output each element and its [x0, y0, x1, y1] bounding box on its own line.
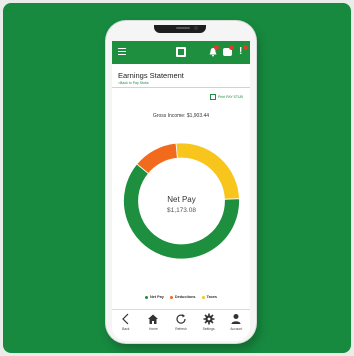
- nav-settings[interactable]: Settings: [196, 313, 222, 339]
- alert-badge: [243, 45, 248, 50]
- chevron-left-icon: [121, 313, 129, 325]
- print-link-label: Print PAY STUB: [218, 95, 243, 99]
- home-icon: [148, 314, 159, 324]
- nav-home[interactable]: Home: [140, 313, 166, 339]
- nav-label: Refresh: [175, 327, 187, 331]
- print-icon: [210, 94, 216, 100]
- header-divider: [112, 87, 250, 88]
- camera-icon: [194, 26, 198, 30]
- back-to-pay-stubs-link[interactable]: <Back to Pay Stubs: [118, 81, 149, 85]
- refresh-icon: [176, 314, 186, 324]
- gross-income: Gross Income: $1,903.44: [152, 113, 210, 119]
- bottom-nav: Back Home Refresh Settings Account: [112, 313, 250, 339]
- notification-badge: [214, 45, 219, 50]
- nav-label: Settings: [202, 327, 215, 331]
- chart-legend: Net Pay Deductions Taxes: [112, 295, 250, 299]
- legend-dot: [169, 295, 173, 299]
- legend-label: Net Pay: [149, 295, 164, 299]
- nav-divider: [112, 309, 250, 310]
- chart-center-value: $1,173.08: [167, 207, 196, 214]
- legend-item-taxes: Taxes: [201, 295, 218, 299]
- phone-notch: [154, 25, 206, 33]
- message-badge: [229, 45, 234, 50]
- background-panel: ! Earnings Statement <Back to Pay Stubs …: [3, 3, 351, 353]
- legend-item-deductions: Deductions: [169, 295, 196, 299]
- nav-label: Back: [122, 327, 130, 331]
- logo-icon: [176, 47, 186, 57]
- menu-icon[interactable]: [118, 48, 126, 55]
- nav-refresh[interactable]: Refresh: [168, 313, 194, 339]
- print-pay-stub-link[interactable]: Print PAY STUB: [210, 94, 243, 100]
- legend-label: Deductions: [174, 295, 196, 299]
- phone-device: ! Earnings Statement <Back to Pay Stubs …: [106, 21, 256, 343]
- page-title: Earnings Statement: [118, 71, 184, 80]
- legend-dot: [201, 295, 205, 299]
- person-icon: [231, 314, 241, 324]
- legend-label: Taxes: [206, 295, 218, 299]
- app-screen: ! Earnings Statement <Back to Pay Stubs …: [112, 41, 250, 341]
- pay-donut-chart: Net Pay $1,173.08: [118, 121, 245, 281]
- nav-back[interactable]: Back: [113, 313, 139, 339]
- legend-dot: [144, 295, 148, 299]
- nav-label: Account: [230, 327, 243, 331]
- chart-center-title: Net Pay: [167, 195, 196, 204]
- donut-slice-taxes: [175, 142, 240, 200]
- gear-icon: [203, 313, 215, 325]
- app-bar: !: [112, 41, 250, 64]
- speaker-icon: [176, 27, 190, 29]
- legend-item-net-pay: Net Pay: [144, 295, 164, 299]
- nav-label: Home: [148, 327, 158, 331]
- nav-account[interactable]: Account: [223, 313, 249, 339]
